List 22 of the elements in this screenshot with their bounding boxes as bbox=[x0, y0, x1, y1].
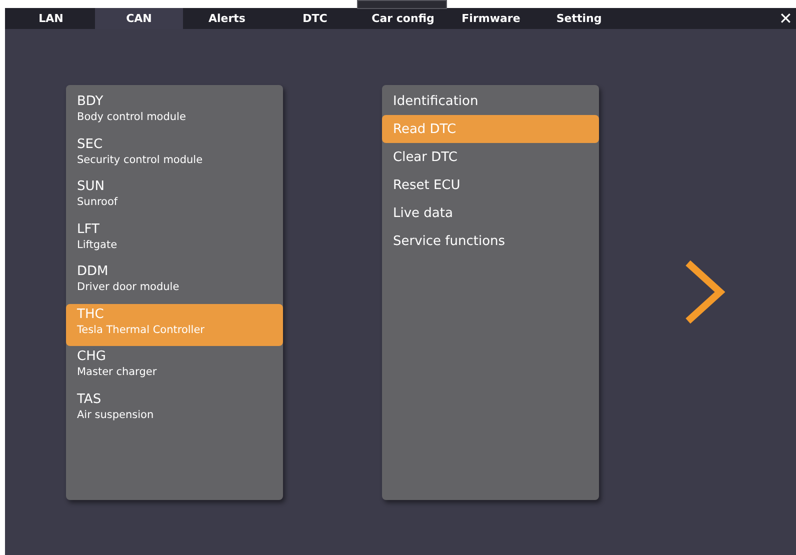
action-item[interactable]: Identification bbox=[382, 87, 599, 115]
module-item[interactable]: SEC Security control module bbox=[66, 134, 283, 176]
tab[interactable]: Car config bbox=[359, 8, 447, 29]
action-item[interactable]: Live data bbox=[382, 199, 599, 227]
action-item[interactable]: Service functions bbox=[382, 227, 599, 255]
tab[interactable]: Alerts bbox=[183, 8, 271, 29]
module-item[interactable]: BDY Body control module bbox=[66, 91, 283, 134]
tab[interactable]: Setting bbox=[535, 8, 623, 29]
module-item[interactable]: CHG Master charger bbox=[66, 346, 283, 388]
action-item[interactable]: Reset ECU bbox=[382, 171, 599, 199]
tab[interactable]: Firmware bbox=[447, 8, 535, 29]
next-chevron-icon[interactable] bbox=[685, 260, 725, 324]
drag-handle[interactable] bbox=[357, 0, 447, 9]
tab[interactable]: DTC bbox=[271, 8, 359, 29]
action-item[interactable]: Clear DTC bbox=[382, 143, 599, 171]
module-item[interactable]: SUN Sunroof bbox=[66, 176, 283, 218]
close-button[interactable]: ✕ bbox=[775, 8, 796, 29]
tab[interactable]: CAN bbox=[95, 8, 183, 29]
module-item[interactable]: DDM Driver door module bbox=[66, 261, 283, 304]
module-item[interactable]: LFT Liftgate bbox=[66, 218, 283, 261]
module-item[interactable]: TAS Air suspension bbox=[66, 388, 283, 431]
tab[interactable]: LAN bbox=[7, 8, 95, 29]
